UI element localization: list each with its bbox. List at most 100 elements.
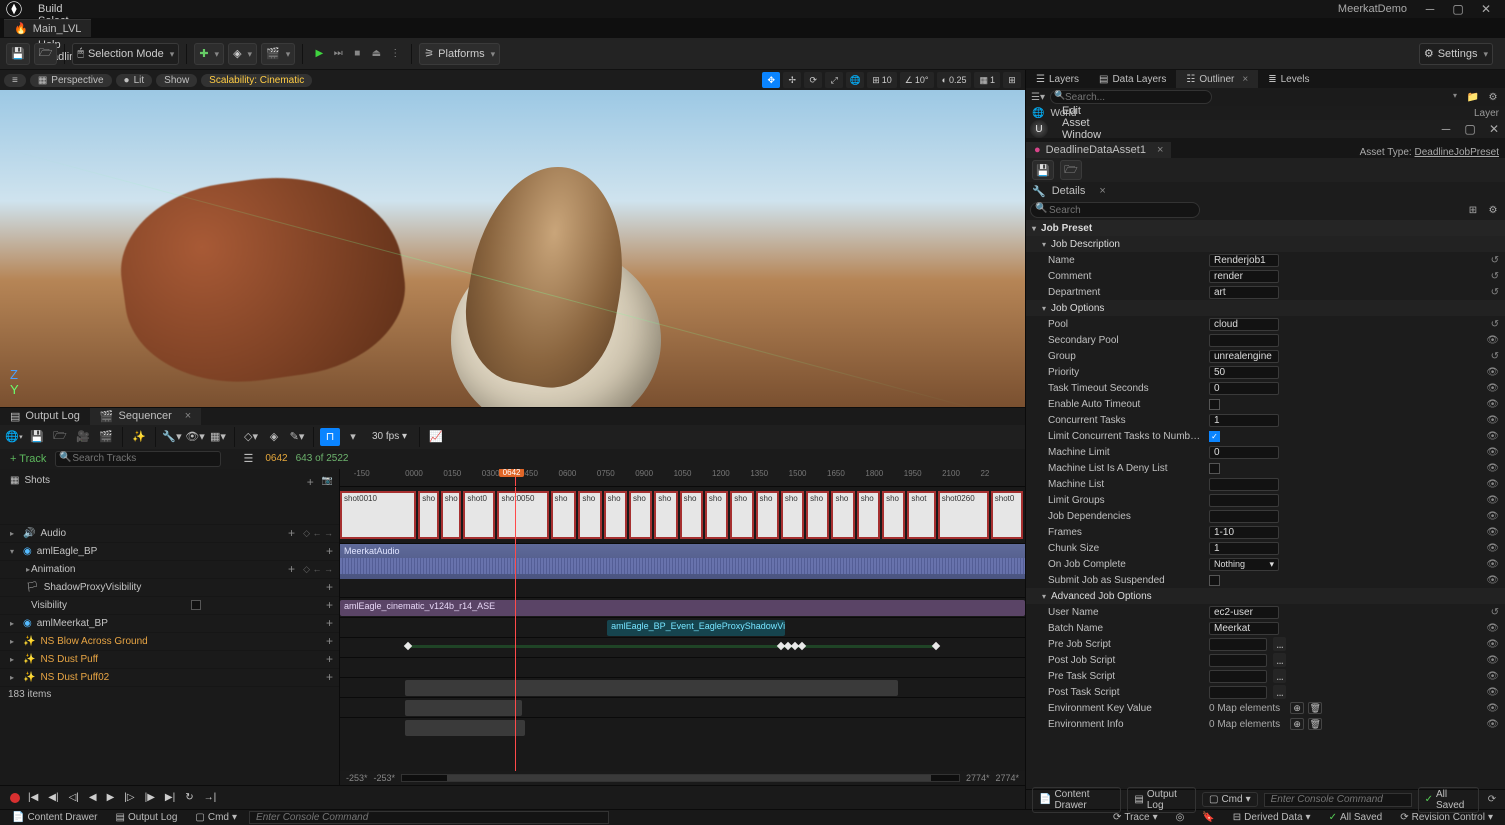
ae-minimize-button[interactable]: ─ (1439, 122, 1453, 136)
play-options-button[interactable]: ⋮ (386, 44, 404, 64)
step-back-button[interactable]: ◁| (67, 792, 81, 803)
window-close-button[interactable]: ✕ (1479, 2, 1493, 16)
property-input[interactable] (1209, 670, 1267, 683)
property-input[interactable] (1209, 606, 1279, 619)
add-shot-button[interactable]: + (307, 475, 314, 489)
category-header[interactable]: Job Options (1026, 300, 1505, 316)
eye-icon[interactable]: 👁 (1486, 639, 1499, 650)
property-input[interactable] (1209, 510, 1279, 523)
eye-icon[interactable]: 👁 (1486, 479, 1499, 490)
to-start-button[interactable]: |◀ (26, 792, 40, 803)
scrub-bar[interactable] (401, 774, 960, 782)
eye-icon[interactable]: 👁 (1486, 623, 1499, 634)
level-tab[interactable]: 🔥 Main_LVL (4, 19, 91, 37)
property-input[interactable] (1209, 622, 1279, 635)
eye-icon[interactable]: 👁 (1486, 559, 1499, 570)
shot-thumb[interactable]: shot0 (463, 491, 495, 539)
reset-button[interactable]: ↺ (1491, 287, 1499, 298)
eye-icon[interactable]: 👁 (1486, 527, 1499, 538)
play-button[interactable]: ▶ (310, 44, 328, 64)
browse-button[interactable]: ... (1273, 653, 1286, 667)
ae-output-log-button[interactable]: ▤Output Log (1127, 787, 1196, 813)
property-input[interactable] (1209, 446, 1279, 459)
details-settings-button[interactable]: ⚙ (1485, 203, 1501, 217)
asset-tab[interactable]: ● DeadlineDataAsset1 × (1026, 142, 1171, 158)
reset-button[interactable]: ↺ (1491, 351, 1499, 362)
tab-layers[interactable]: ☰Layers (1026, 70, 1089, 88)
fx3-lane[interactable] (340, 717, 1025, 737)
browse-button[interactable]: ... (1273, 685, 1286, 699)
property-input[interactable] (1209, 350, 1279, 363)
reset-button[interactable]: ↺ (1491, 271, 1499, 282)
property-input[interactable] (1209, 286, 1279, 299)
eye-icon[interactable]: 👁 (1486, 431, 1499, 442)
camera-speed-button[interactable]: ◐ 0.25 (937, 72, 972, 88)
new-folder-button[interactable]: 📁 (1465, 90, 1481, 104)
seq-playback-button[interactable]: ▦▾ (208, 428, 228, 446)
eye-icon[interactable]: 👁 (1486, 703, 1499, 714)
lit-button[interactable]: ●Lit (116, 74, 153, 87)
eye-icon[interactable]: 👁 (1486, 511, 1499, 522)
close-icon[interactable]: × (1099, 185, 1105, 197)
eye-icon[interactable]: 👁 (1486, 447, 1499, 458)
map-add-button[interactable]: ⊕ (1290, 718, 1304, 730)
details-tab[interactable]: 🔧 Details × (1026, 182, 1505, 200)
mode-selector[interactable]: 🖱 Selection Mode (72, 43, 179, 65)
snap-angle-button[interactable]: ∠ 10° (900, 72, 934, 88)
property-checkbox[interactable] (1209, 463, 1220, 474)
gizmo-rotate-button[interactable]: ⟳ (804, 72, 822, 88)
eye-icon[interactable]: 👁 (1486, 383, 1499, 394)
eye-icon[interactable]: 👁 (1486, 415, 1499, 426)
platforms-button[interactable]: ⚞ Platforms (419, 43, 500, 65)
shot-thumb[interactable]: sho (882, 491, 905, 539)
eye-icon[interactable]: 👁 (1486, 463, 1499, 474)
property-dropdown[interactable]: Nothing▾ (1209, 558, 1279, 571)
seq-actions-button[interactable]: ✨ (129, 428, 149, 446)
shot-thumb[interactable]: sho (705, 491, 728, 539)
fx2-lane[interactable] (340, 697, 1025, 717)
perspective-button[interactable]: ▦Perspective (30, 74, 112, 87)
map-clear-button[interactable]: 🗑 (1308, 702, 1322, 714)
snap-grid-button[interactable]: ⊞ 10 (867, 72, 897, 88)
property-input[interactable] (1209, 254, 1279, 267)
outliner-search-input[interactable] (1050, 90, 1212, 104)
browse-button[interactable]: ... (1273, 637, 1286, 651)
revision-control-button[interactable]: ⟳ Revision Control ▾ (1394, 812, 1499, 823)
track-outliner[interactable]: ▦ Shots + 📷 ▸🔊 Audio +◇ ← → ▾◉ amlEagle_… (0, 469, 340, 786)
window-minimize-button[interactable]: ─ (1423, 2, 1437, 16)
shot-thumb[interactable]: shot0010 (340, 491, 416, 539)
eye-icon[interactable]: 👁 (1486, 575, 1499, 586)
track-search-input[interactable] (55, 451, 221, 467)
close-icon[interactable]: × (1242, 74, 1248, 85)
tab-levels[interactable]: ≣Levels (1258, 70, 1319, 88)
to-next-key-button[interactable]: |▶ (143, 792, 157, 803)
cinematics-button[interactable]: 🎬 (261, 43, 295, 65)
property-input[interactable] (1209, 494, 1279, 507)
eye-icon[interactable]: 👁 (1486, 687, 1499, 698)
loop-button[interactable]: ↻ (183, 792, 195, 803)
seq-curve-editor-button[interactable]: 📈 (426, 428, 446, 446)
seq-render-button[interactable]: 🎥 (73, 428, 93, 446)
property-checkbox[interactable] (1209, 575, 1220, 586)
seq-keymode2-button[interactable]: ◈ (264, 428, 284, 446)
ae-browse-button[interactable]: 🗁 (1060, 160, 1082, 180)
menu-build[interactable]: Build (28, 3, 91, 15)
seq-key-button[interactable]: 🔧▾ (162, 428, 182, 446)
content-drawer-button[interactable]: 📄Content Drawer (6, 812, 103, 823)
seq-keymode3-button[interactable]: ✎▾ (287, 428, 307, 446)
to-end-button[interactable]: ▶| (163, 792, 177, 803)
ae-close-button[interactable]: ✕ (1487, 122, 1501, 136)
close-icon[interactable]: × (1157, 144, 1163, 156)
eject-button[interactable]: ⏏ (367, 44, 385, 64)
camera-grid-button[interactable]: ▦ 1 (974, 72, 1000, 88)
shots-lane[interactable]: shot0010shoshoshot0shot0050shoshoshoshos… (340, 487, 1025, 543)
ae-menu-asset[interactable]: Asset (1054, 117, 1109, 129)
timeline-ruler[interactable]: -150 00000150030004500600075009001050120… (340, 469, 1025, 487)
property-input[interactable] (1209, 334, 1279, 347)
filter-options-button[interactable]: ☰▾ (1030, 90, 1046, 104)
ae-menu-edit[interactable]: Edit (1054, 105, 1109, 117)
browse-button[interactable]: ... (1273, 669, 1286, 683)
settings-gear-button[interactable]: ⚙ (1485, 90, 1501, 104)
track-shadow-proxy[interactable]: 🏳 ShadowProxyVisibility + (0, 579, 339, 597)
shot-thumb[interactable]: shot0260 (938, 491, 989, 539)
